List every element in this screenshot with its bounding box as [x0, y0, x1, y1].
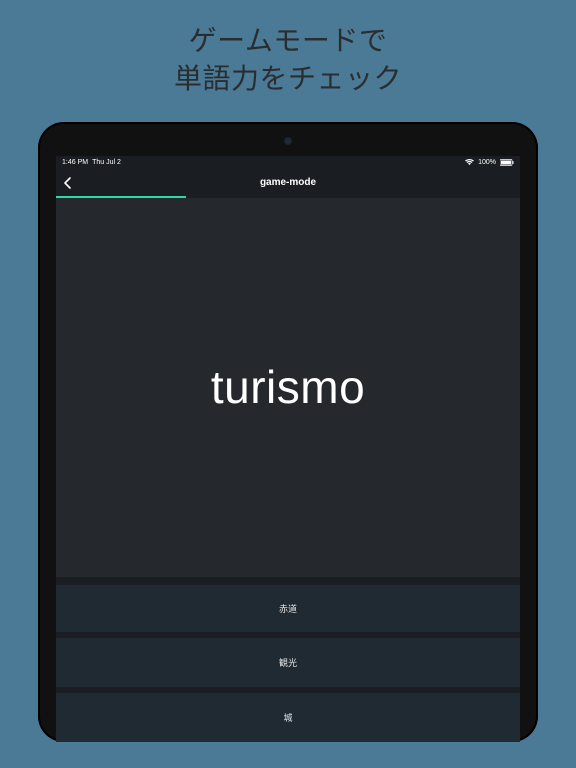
answer-list: 赤道 観光 城	[56, 577, 520, 742]
status-left: 1:46 PM Thu Jul 2	[62, 159, 121, 166]
screen: 1:46 PM Thu Jul 2 100% game-mode	[56, 156, 520, 742]
wifi-icon	[465, 159, 474, 166]
answer-option-2[interactable]: 観光	[56, 632, 520, 687]
answer-option-1[interactable]: 赤道	[56, 577, 520, 632]
status-bar: 1:46 PM Thu Jul 2 100%	[56, 156, 520, 170]
promo-line-2: 単語力をチェック	[174, 63, 402, 94]
nav-bar: game-mode	[56, 170, 520, 196]
question-word: turismo	[211, 360, 365, 414]
answer-label: 赤道	[279, 602, 297, 615]
question-card: turismo	[56, 198, 520, 577]
camera-dot	[284, 137, 292, 145]
status-date: Thu Jul 2	[92, 159, 121, 166]
status-time: 1:46 PM	[62, 159, 88, 166]
answer-option-3[interactable]: 城	[56, 687, 520, 742]
promo-line-1: ゲームモードで	[189, 25, 388, 56]
answer-label: 城	[283, 711, 292, 724]
back-button[interactable]	[62, 170, 74, 196]
battery-icon	[500, 159, 514, 166]
status-right: 100%	[465, 159, 514, 166]
answer-label: 観光	[279, 656, 297, 669]
nav-title: game-mode	[56, 177, 520, 188]
promo-headline: ゲームモードで 単語力をチェック	[174, 22, 402, 98]
battery-percent: 100%	[478, 159, 496, 166]
tablet-frame: 1:46 PM Thu Jul 2 100% game-mode	[38, 122, 538, 742]
